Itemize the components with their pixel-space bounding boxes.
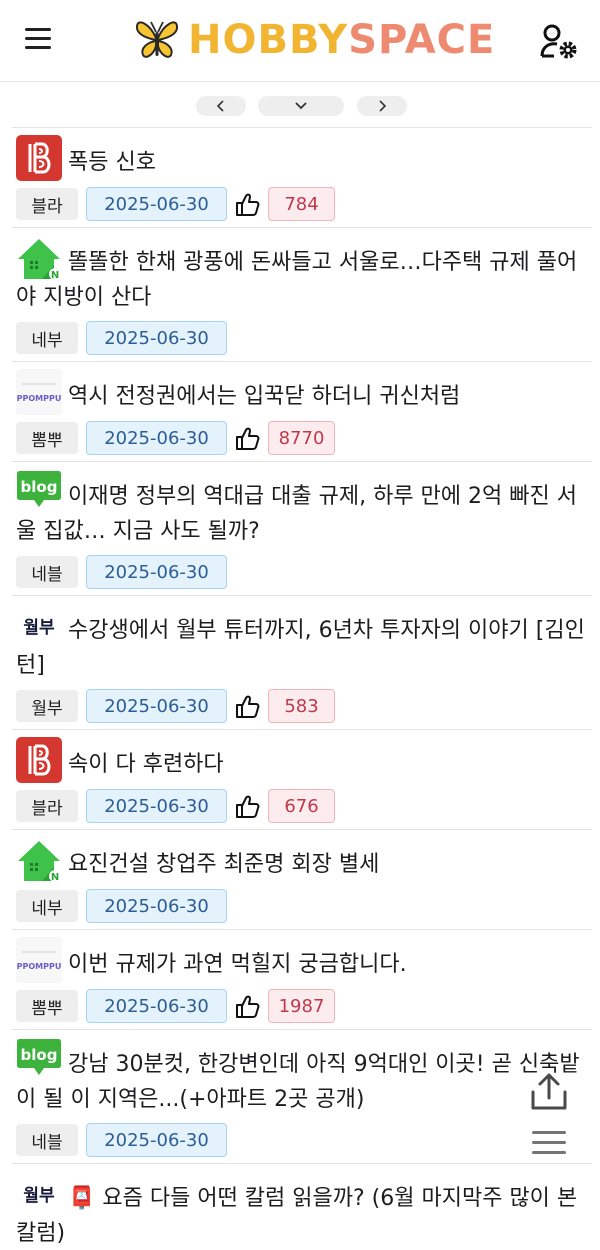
svg-text:PPOMPPU: PPOMPPU	[17, 394, 62, 403]
svg-text:월부: 월부	[23, 618, 55, 638]
post-list: 폭등 신호 블라 2025-06-30 784 N 똘똘한 한채 광풍에 돈싸들고 서울로…	[12, 127, 592, 1250]
share-upload-icon[interactable]	[528, 1072, 570, 1112]
post-meta: 월부 2025-06-30 583	[16, 689, 592, 723]
post-item[interactable]: PPOMPPU 역시 전정권에서는 입꾹닫 하더니 귀신처럼뽐뿌 2025-06-3…	[12, 362, 592, 462]
post-title[interactable]: 역시 전정권에서는 입꾹닫 하더니 귀신처럼	[68, 384, 460, 409]
post-item[interactable]: N 요진건설 창업주 최준명 회장 별세네부 2025-06-30	[12, 830, 592, 930]
ppomppu-icon: PPOMPPU	[16, 937, 62, 983]
source-badge: 네부	[16, 322, 78, 354]
post-item[interactable]: blog 강남 30분컷, 한강변인데 아직 9억대인 이곳! 곧 신축밭이 될 …	[12, 1030, 592, 1164]
post-title[interactable]: 이재명 정부의 역대급 대출 규제, 하루 만에 2억 빠진 서울 집값… 지금…	[16, 484, 577, 544]
svg-text:blog: blog	[21, 478, 58, 496]
naver-blog-icon: blog	[16, 1037, 62, 1083]
svg-text:N: N	[51, 872, 59, 883]
post-title[interactable]: 📮 요즘 다들 어떤 칼럼 읽을까? (6월 마지막주 많이 본 칼럼)	[16, 1186, 577, 1246]
ppomppu-icon: PPOMPPU	[16, 369, 62, 415]
chevron-right-icon[interactable]	[357, 96, 407, 116]
post-item[interactable]: 월부 수강생에서 월부 튜터까지, 6년차 투자자의 이야기 [김인턴] 월부 202…	[12, 596, 592, 730]
post-title-row[interactable]: 폭등 신호	[16, 135, 592, 181]
thumbs-up-icon	[235, 425, 261, 451]
date-badge: 2025-06-30	[86, 321, 227, 355]
source-badge: 블라	[16, 188, 78, 220]
post-meta: 네블 2025-06-30	[16, 555, 592, 589]
post-meta: 네부 2025-06-30	[16, 889, 592, 923]
date-badge: 2025-06-30	[86, 889, 227, 923]
post-item[interactable]: PPOMPPU 이번 규제가 과연 먹힐지 궁금합니다. 뽐뿌 2025-06-30 1…	[12, 930, 592, 1030]
hobbyspace-logo[interactable]: HOBBYSPACE	[134, 14, 495, 66]
wolbu-icon: 월부	[16, 1171, 62, 1217]
date-badge: 2025-06-30	[86, 1123, 227, 1157]
butterfly-icon	[135, 21, 179, 58]
date-badge: 2025-06-30	[86, 187, 227, 221]
post-title[interactable]: 강남 30분컷, 한강변인데 아직 9억대인 이곳! 곧 신축밭이 될 이 지역…	[16, 1052, 580, 1112]
post-item[interactable]: 폭등 신호블라 2025-06-30 784	[12, 128, 592, 228]
source-badge: 뽐뿌	[16, 422, 78, 454]
post-title-row[interactable]: blog 이재명 정부의 역대급 대출 규제, 하루 만에 2억 빠진 서울 집값…	[16, 469, 592, 549]
post-title-row[interactable]: 월부 수강생에서 월부 튜터까지, 6년차 투자자의 이야기 [김인턴]	[16, 603, 592, 683]
chevron-down-icon[interactable]	[258, 96, 344, 116]
post-title[interactable]: 속이 다 후련하다	[68, 752, 224, 777]
source-badge: 네부	[16, 890, 78, 922]
like-count-badge: 784	[268, 187, 335, 221]
svg-text:N: N	[51, 270, 59, 281]
post-meta: 뽐뿌 2025-06-30 1987	[16, 989, 592, 1023]
thumbs-up-icon	[235, 693, 261, 719]
date-badge: 2025-06-30	[86, 421, 227, 455]
source-badge: 월부	[16, 690, 78, 722]
naver-realestate-icon: N	[16, 235, 62, 281]
post-meta: 네부 2025-06-30	[16, 321, 592, 355]
thumbs-up-icon	[235, 793, 261, 819]
chevron-left-icon[interactable]	[196, 96, 246, 116]
hamburger-menu-icon[interactable]	[22, 24, 56, 54]
like-count-badge: 676	[268, 789, 335, 823]
source-badge: 네블	[16, 1124, 78, 1156]
date-badge: 2025-06-30	[86, 555, 227, 589]
blra-icon	[16, 135, 62, 181]
post-meta: 블라 2025-06-30 784	[16, 187, 592, 221]
date-badge: 2025-06-30	[86, 689, 227, 723]
date-badge: 2025-06-30	[86, 789, 227, 823]
thumbs-up-icon	[235, 993, 261, 1019]
post-title[interactable]: 폭등 신호	[68, 150, 156, 175]
post-item[interactable]: N 똘똘한 한채 광풍에 돈싸들고 서울로…다주택 규제 풀어야 지방이 산다네부…	[12, 228, 592, 362]
post-title-row[interactable]: blog 강남 30분컷, 한강변인데 아직 9억대인 이곳! 곧 신축밭이 될 …	[16, 1037, 592, 1117]
post-title-row[interactable]: PPOMPPU 역시 전정권에서는 입꾹닫 하더니 귀신처럼	[16, 369, 592, 415]
svg-text:월부: 월부	[23, 1186, 55, 1206]
post-meta: 네블 2025-06-30	[16, 1123, 592, 1157]
user-settings-icon[interactable]	[538, 22, 580, 62]
post-title-row[interactable]: N 똘똘한 한채 광풍에 돈싸들고 서울로…다주택 규제 풀어야 지방이 산다	[16, 235, 592, 315]
post-meta: 블라 2025-06-30 676	[16, 789, 592, 823]
post-item[interactable]: blog 이재명 정부의 역대급 대출 규제, 하루 만에 2억 빠진 서울 집값…	[12, 462, 592, 596]
source-badge: 네블	[16, 556, 78, 588]
post-title-row[interactable]: 월부 📮 요즘 다들 어떤 칼럼 읽을까? (6월 마지막주 많이 본 칼럼)	[16, 1171, 592, 1250]
date-badge: 2025-06-30	[86, 989, 227, 1023]
svg-text:blog: blog	[21, 1046, 58, 1064]
source-badge: 블라	[16, 790, 78, 822]
post-title[interactable]: 똘똘한 한채 광풍에 돈싸들고 서울로…다주택 규제 풀어야 지방이 산다	[16, 250, 577, 310]
post-title[interactable]: 수강생에서 월부 튜터까지, 6년차 투자자의 이야기 [김인턴]	[16, 618, 585, 678]
wolbu-icon: 월부	[16, 603, 62, 649]
post-meta: 뽐뿌 2025-06-30 8770	[16, 421, 592, 455]
post-item[interactable]: 속이 다 후련하다블라 2025-06-30 676	[12, 730, 592, 830]
pager-controls	[0, 96, 600, 118]
list-icon[interactable]	[532, 1128, 568, 1158]
source-badge: 뽐뿌	[16, 990, 78, 1022]
logo-text: HOBBYSPACE	[188, 17, 496, 63]
app-header: HOBBYSPACE	[0, 0, 600, 82]
naver-blog-icon: blog	[16, 469, 62, 515]
post-title[interactable]: 요진건설 창업주 최준명 회장 별세	[68, 852, 379, 877]
blra-icon	[16, 737, 62, 783]
post-item[interactable]: 월부📮 요즘 다들 어떤 칼럼 읽을까? (6월 마지막주 많이 본 칼럼)월부…	[12, 1164, 592, 1250]
naver-realestate-icon: N	[16, 837, 62, 883]
thumbs-up-icon	[235, 191, 261, 217]
svg-text:PPOMPPU: PPOMPPU	[17, 962, 62, 971]
post-title-row[interactable]: PPOMPPU 이번 규제가 과연 먹힐지 궁금합니다.	[16, 937, 592, 983]
post-title[interactable]: 이번 규제가 과연 먹힐지 궁금합니다.	[68, 952, 407, 977]
like-count-badge: 8770	[268, 421, 335, 455]
like-count-badge: 1987	[268, 989, 335, 1023]
like-count-badge: 583	[268, 689, 335, 723]
post-title-row[interactable]: 속이 다 후련하다	[16, 737, 592, 783]
post-title-row[interactable]: N 요진건설 창업주 최준명 회장 별세	[16, 837, 592, 883]
